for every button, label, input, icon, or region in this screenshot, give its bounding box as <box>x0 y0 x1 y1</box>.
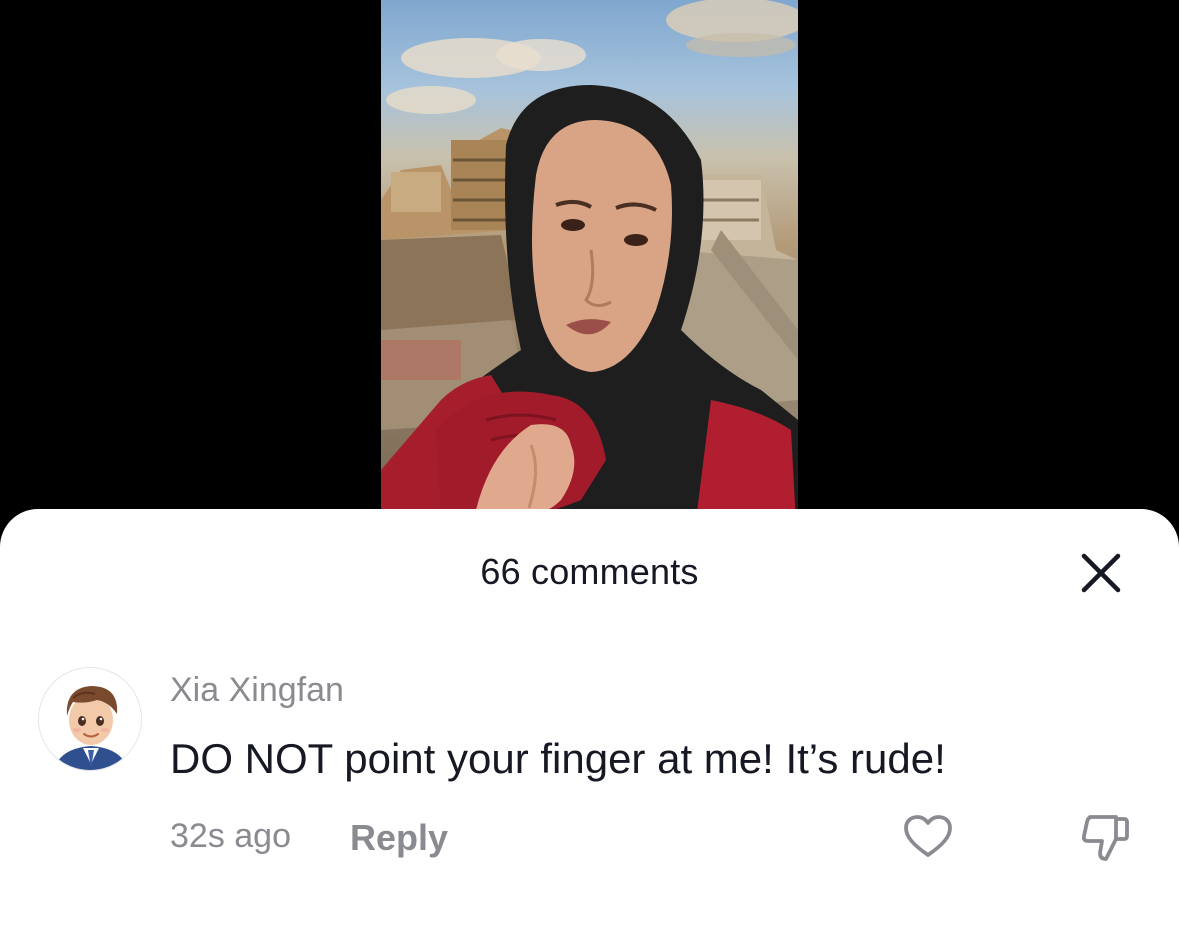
heart-icon <box>904 815 952 857</box>
avatar-image <box>39 668 141 770</box>
dislike-button[interactable] <box>1078 809 1134 865</box>
comment-username[interactable]: Xia Xingfan <box>170 671 344 710</box>
thumbs-down-icon <box>1081 815 1129 861</box>
video-frame-image <box>381 0 798 560</box>
close-icon <box>1081 553 1121 593</box>
video-stage <box>0 0 1179 560</box>
comment-text: DO NOT point your finger at me! It’s rud… <box>170 735 946 782</box>
like-button[interactable] <box>900 809 956 865</box>
comments-sheet: 66 comments Xia Xingfan DO NOT point you… <box>0 509 1179 925</box>
reply-button[interactable]: Reply <box>350 817 448 859</box>
comment-timestamp: 32s ago <box>170 817 291 855</box>
close-button[interactable] <box>1075 547 1127 599</box>
video-player[interactable] <box>381 0 798 560</box>
avatar[interactable] <box>38 667 142 771</box>
comment-item: Xia Xingfan DO NOT point your finger at … <box>0 659 1179 879</box>
comments-count-title: 66 comments <box>480 551 699 592</box>
